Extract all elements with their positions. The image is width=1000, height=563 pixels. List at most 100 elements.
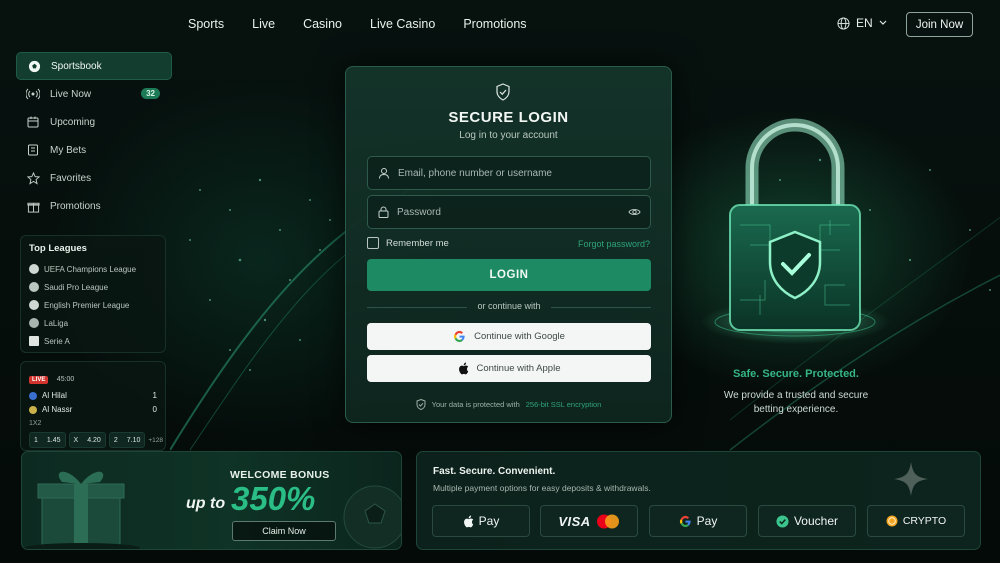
login-title: SECURE LOGIN: [448, 109, 569, 126]
sidebar-item-live-now[interactable]: Live Now 32: [16, 80, 172, 108]
shield-icon: [496, 83, 510, 101]
google-icon: [679, 515, 691, 527]
main-nav: Sports Live Casino Live Casino Promotion…: [188, 17, 555, 31]
bonus-amount: 350%: [231, 480, 316, 517]
apple-login-label: Continue with Apple: [476, 363, 561, 374]
live-badge: LIVE: [29, 376, 49, 384]
sidebar-item-sportsbook[interactable]: Sportsbook: [16, 52, 172, 80]
divider-text: or continue with: [477, 301, 541, 311]
join-now-button[interactable]: Join Now: [906, 12, 973, 37]
promo-description: We provide a trusted and secure betting …: [723, 390, 869, 415]
sidebar-item-favorites[interactable]: Favorites: [16, 164, 172, 192]
home-team-name: Al Hilal: [42, 391, 67, 400]
sidebar-item-label: My Bets: [50, 144, 87, 156]
odds-value: 4.20: [87, 436, 101, 444]
language-selector[interactable]: EN: [837, 16, 887, 30]
google-pay-label: Pay: [696, 514, 718, 528]
apple-icon: [458, 362, 468, 375]
mastercard-icon: [596, 514, 619, 528]
password-field[interactable]: [367, 195, 651, 229]
away-team-name: Al Nassr: [42, 405, 73, 414]
claim-now-button[interactable]: Claim Now: [232, 521, 336, 541]
promo-tagline: Safe. Secure. Protected.: [733, 368, 859, 380]
payment-methods-panel: Fast. Secure. Convenient. Multiple payme…: [416, 451, 981, 550]
apple-pay-label: Pay: [478, 514, 500, 528]
payments-subtitle: Multiple payment options for easy deposi…: [433, 483, 651, 493]
username-input[interactable]: [398, 167, 618, 179]
login-card: SECURE LOGIN Log in to your account Reme…: [345, 66, 672, 423]
league-label: LaLiga: [44, 318, 69, 328]
nav-live[interactable]: Live: [252, 17, 275, 31]
league-item[interactable]: UEFA Champions League: [29, 260, 157, 278]
odds-value: 1.45: [46, 436, 61, 444]
nav-sports[interactable]: Sports: [188, 17, 224, 31]
more-markets-link[interactable]: +128: [148, 437, 163, 444]
league-item[interactable]: English Premier League: [29, 296, 157, 314]
broadcast-icon: [26, 87, 40, 101]
nav-promotions[interactable]: Promotions: [463, 17, 526, 31]
security-note-text: Your data is protected with: [431, 400, 520, 409]
al-hilal-logo-icon: [29, 391, 37, 400]
username-field[interactable]: [367, 156, 651, 190]
ucl-logo-icon: [29, 264, 39, 274]
live-match-card[interactable]: LIVE 45:00 Al Hilal 1 Al Nassr 0 1X2 1 1.…: [20, 361, 166, 451]
league-item[interactable]: Serie A: [29, 332, 157, 350]
saudi-league-logo-icon: [29, 282, 39, 292]
remember-me[interactable]: Remember me: [367, 237, 449, 249]
card-payment-option[interactable]: VISA: [540, 505, 638, 537]
away-team-row: Al Nassr 0: [29, 405, 157, 414]
odds-button-home[interactable]: 1 1.45: [29, 432, 66, 448]
apple-icon: [463, 515, 473, 527]
top-leagues-title: Top Leagues: [29, 243, 87, 254]
google-pay-option[interactable]: Pay: [649, 505, 747, 537]
sidebar-item-label: Promotions: [50, 200, 101, 212]
login-button[interactable]: LOGIN: [367, 259, 651, 291]
remember-me-checkbox[interactable]: [367, 237, 379, 249]
league-item[interactable]: LaLiga: [29, 314, 157, 332]
user-icon: [379, 168, 389, 179]
star-icon: [26, 171, 40, 185]
crypto-option[interactable]: CRYPTO: [867, 505, 965, 537]
sidebar-item-my-bets[interactable]: My Bets: [16, 136, 172, 164]
password-input[interactable]: [397, 206, 617, 218]
soccer-ball-image: [343, 485, 401, 549]
odds-value: 7.10: [126, 436, 141, 444]
sidebar-item-promotions[interactable]: Promotions: [16, 192, 172, 220]
google-login-label: Continue with Google: [474, 331, 565, 342]
odds-button-draw[interactable]: X 4.20: [68, 432, 106, 448]
payments-title: Fast. Secure. Convenient.: [433, 466, 556, 477]
shield-check-icon: [416, 399, 426, 410]
sidebar: Sportsbook Live Now 32 Upcoming My Bets …: [16, 52, 172, 220]
remember-me-label: Remember me: [386, 237, 449, 249]
odds-label: X: [73, 436, 79, 444]
sparkle-icon: [894, 462, 928, 496]
odds-button-away[interactable]: 2 7.10: [108, 432, 146, 448]
google-login-button[interactable]: Continue with Google: [367, 323, 651, 350]
gift-box-image: [24, 471, 140, 549]
match-time: 45:00: [56, 376, 75, 383]
sidebar-item-upcoming[interactable]: Upcoming: [16, 108, 172, 136]
apple-pay-option[interactable]: Pay: [432, 505, 530, 537]
forgot-password-link[interactable]: Forgot password?: [578, 239, 650, 249]
welcome-bonus-banner[interactable]: WELCOME BONUS up to 350% Claim Now: [21, 451, 402, 550]
login-subtitle: Log in to your account: [459, 130, 558, 141]
sidebar-item-label: Favorites: [50, 172, 92, 184]
ticket-icon: [26, 143, 40, 157]
coin-icon: [886, 515, 898, 527]
league-label: Saudi Pro League: [44, 282, 109, 292]
top-nav: Sports Live Casino Live Casino Promotion…: [0, 0, 1000, 48]
nav-casino[interactable]: Casino: [303, 17, 342, 31]
eye-icon[interactable]: [628, 206, 641, 218]
away-score: 0: [152, 405, 157, 414]
chevron-down-icon: [879, 20, 887, 25]
al-nassr-logo-icon: [29, 405, 37, 414]
calendar-icon: [26, 115, 40, 129]
serie-a-logo-icon: [29, 336, 39, 346]
visa-label: VISA: [558, 513, 591, 529]
voucher-option[interactable]: Voucher: [758, 505, 856, 537]
soccer-ball-icon: [27, 59, 41, 73]
odds-row: 1 1.45 X 4.20 2 7.10 +128: [29, 432, 163, 448]
league-item[interactable]: Saudi Pro League: [29, 278, 157, 296]
nav-live-casino[interactable]: Live Casino: [370, 17, 435, 31]
apple-login-button[interactable]: Continue with Apple: [367, 355, 651, 382]
